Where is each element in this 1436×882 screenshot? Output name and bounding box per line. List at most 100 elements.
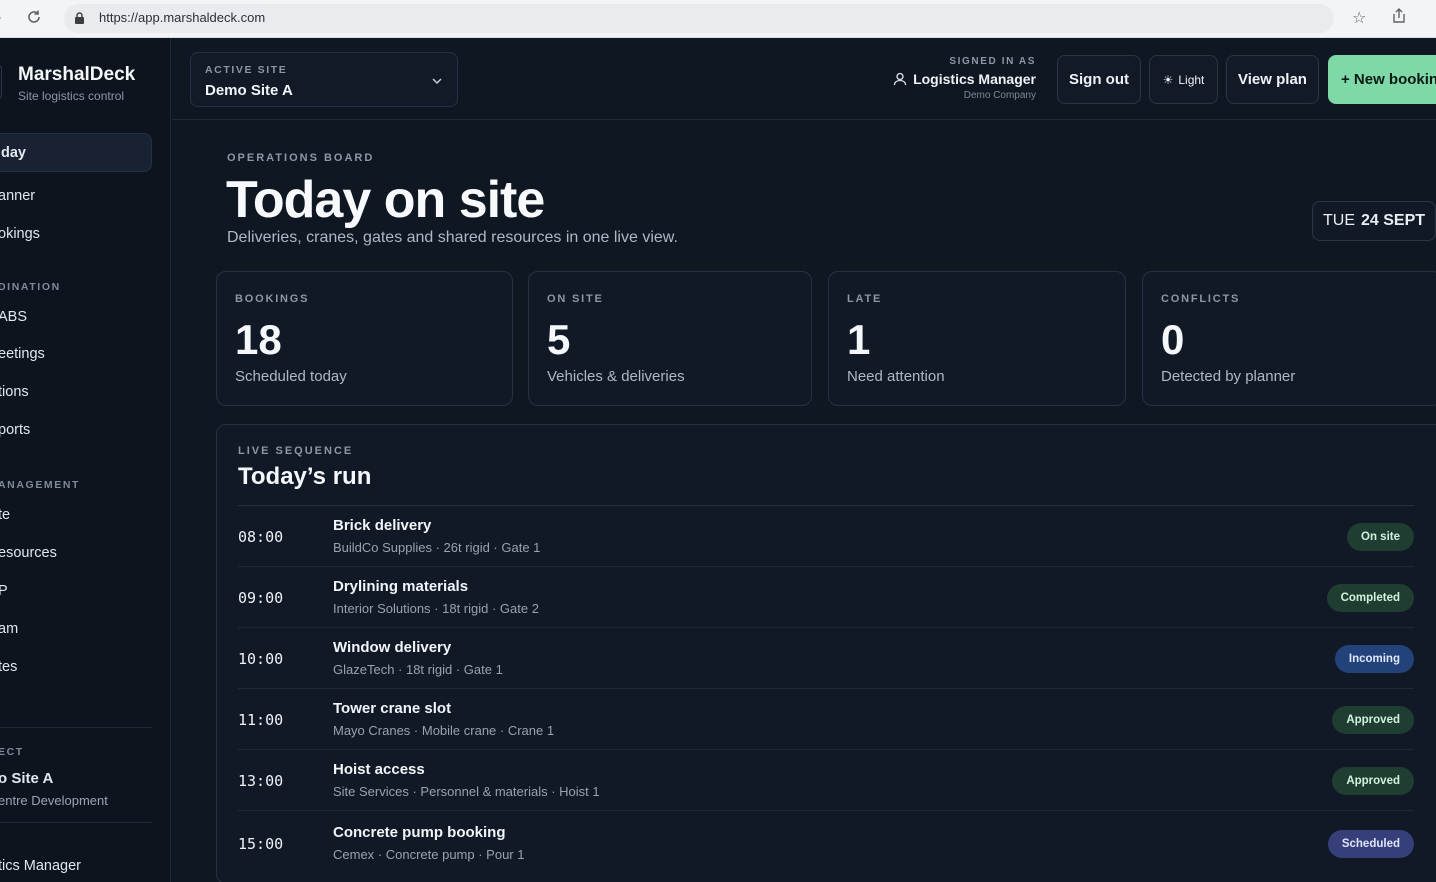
stat-caption: Detected by planner: [1161, 368, 1296, 385]
sidebar-section-coordination: DINATION: [0, 281, 61, 293]
stat-card-conflicts[interactable]: CONFLICTS 0 Detected by planner: [1142, 271, 1436, 406]
active-site-label: ACTIVE SITE: [205, 64, 288, 76]
date-chip: TUE 24 SEPT: [1312, 201, 1436, 241]
brand: MarshalDeck Site logistics control: [18, 64, 135, 103]
row-time: 08:00: [238, 528, 284, 546]
table-row[interactable]: 10:00 Window delivery GlazeTech · 18t ri…: [238, 628, 1414, 689]
forward-icon[interactable]: ›: [0, 9, 1, 27]
browser-chrome: › https://app.marshaldeck.com ☆: [0, 0, 1436, 38]
stat-caption: Vehicles & deliveries: [547, 368, 685, 385]
theme-toggle-button[interactable]: ☀ Light: [1149, 55, 1218, 104]
page-subtitle: Deliveries, cranes, gates and shared res…: [227, 229, 678, 246]
stat-caption: Need attention: [847, 368, 945, 385]
sidebar-item-slp[interactable]: P: [0, 583, 8, 599]
stat-label: BOOKINGS: [235, 293, 310, 305]
page-eyebrow: OPERATIONS BOARD: [227, 152, 375, 164]
run-title: Today’s run: [238, 463, 372, 490]
stat-caption: Scheduled today: [235, 368, 347, 385]
todays-run-panel: LIVE SEQUENCE Today’s run 08:00 Brick de…: [216, 424, 1436, 882]
table-row[interactable]: 15:00 Concrete pump booking Cemex · Conc…: [238, 813, 1414, 874]
brand-tagline: Site logistics control: [18, 89, 125, 103]
row-name: Brick delivery: [333, 517, 432, 534]
sidebar-user[interactable]: tics Manager: [0, 858, 81, 874]
user-role-text: Logistics Manager: [913, 71, 1036, 87]
lock-icon: [75, 12, 84, 24]
sidebar-item-rabs[interactable]: ABS: [0, 309, 27, 325]
brand-name: MarshalDeck: [18, 64, 136, 85]
stat-card-bookings[interactable]: BOOKINGS 18 Scheduled today: [216, 271, 513, 406]
sidebar-item-planner[interactable]: anner: [0, 188, 35, 204]
row-time: 10:00: [238, 650, 284, 668]
table-row[interactable]: 09:00 Drylining materials Interior Solut…: [238, 567, 1414, 628]
stat-card-late[interactable]: LATE 1 Need attention: [828, 271, 1126, 406]
sidebar-item-reports[interactable]: ports: [0, 422, 30, 438]
user-role[interactable]: Logistics Manager: [893, 71, 1036, 87]
row-meta: Site Services · Personnel & materials · …: [333, 784, 600, 799]
row-time: 15:00: [238, 835, 284, 853]
row-name: Hoist access: [333, 761, 425, 778]
sidebar-divider: [0, 727, 152, 728]
status-badge: Approved: [1332, 706, 1414, 734]
sidebar-project-name[interactable]: o Site A: [0, 770, 53, 787]
stat-label: ON SITE: [547, 293, 604, 305]
signed-in-block: SIGNED IN AS Logistics Manager Demo Comp…: [893, 56, 1036, 101]
stat-value: 0: [1161, 316, 1185, 363]
topbar: ACTIVE SITE Demo Site A SIGNED IN AS Log…: [172, 38, 1436, 120]
sidebar-item-resources[interactable]: esources: [0, 545, 57, 561]
sidebar-project-sub: entre Development: [0, 793, 108, 808]
page-title: Today on site: [226, 171, 545, 229]
stat-value: 5: [547, 316, 571, 363]
sun-icon: ☀: [1162, 72, 1174, 87]
row-name: Drylining materials: [333, 578, 469, 595]
sidebar-item-team[interactable]: am: [0, 621, 18, 637]
active-site-select[interactable]: ACTIVE SITE Demo Site A: [190, 52, 458, 107]
row-meta: Mayo Cranes · Mobile crane · Crane 1: [333, 723, 555, 738]
sidebar-section-management: ANAGEMENT: [0, 479, 81, 491]
brand-logo: [0, 64, 2, 100]
active-site-value: Demo Site A: [205, 82, 293, 99]
star-icon[interactable]: ☆: [1352, 8, 1366, 28]
view-plan-button[interactable]: View plan: [1226, 55, 1319, 104]
stat-value: 1: [847, 316, 871, 363]
share-icon[interactable]: [1391, 8, 1407, 29]
sidebar-item-today[interactable]: day: [0, 133, 152, 172]
sidebar-item-meetings[interactable]: eetings: [0, 346, 45, 362]
sidebar-divider: [0, 822, 152, 823]
company-name: Demo Company: [963, 90, 1036, 101]
url-text: https://app.marshaldeck.com: [99, 10, 266, 25]
row-meta: BuildCo Supplies · 26t rigid · Gate 1: [333, 540, 541, 555]
status-badge: On site: [1347, 523, 1414, 551]
address-bar[interactable]: https://app.marshaldeck.com: [64, 4, 1334, 33]
row-meta: Interior Solutions · 18t rigid · Gate 2: [333, 601, 539, 616]
stat-value: 18: [235, 316, 282, 363]
table-row[interactable]: 11:00 Tower crane slot Mayo Cranes · Mob…: [238, 689, 1414, 750]
signed-in-label: SIGNED IN AS: [949, 56, 1036, 67]
sidebar-item-bookings[interactable]: okings: [0, 226, 40, 242]
row-name: Tower crane slot: [333, 700, 452, 717]
new-booking-button[interactable]: + New bookin: [1328, 55, 1436, 104]
table-row[interactable]: 08:00 Brick delivery BuildCo Supplies · …: [238, 506, 1414, 567]
reload-icon[interactable]: [26, 9, 42, 30]
status-badge: Completed: [1326, 584, 1414, 612]
row-meta: GlazeTech · 18t rigid · Gate 1: [333, 662, 503, 677]
status-badge: Scheduled: [1327, 830, 1414, 858]
status-badge: Incoming: [1334, 645, 1414, 673]
sidebar-item-actions[interactable]: tions: [0, 384, 29, 400]
sidebar-item-site[interactable]: te: [0, 507, 10, 523]
user-icon: [893, 72, 907, 86]
main-content: ACTIVE SITE Demo Site A SIGNED IN AS Log…: [172, 38, 1436, 882]
stat-label: CONFLICTS: [1161, 293, 1241, 305]
sign-out-button[interactable]: Sign out: [1057, 55, 1141, 104]
row-meta: Cemex · Concrete pump · Pour 1: [333, 847, 525, 862]
table-row[interactable]: 13:00 Hoist access Site Services · Perso…: [238, 750, 1414, 811]
row-name: Concrete pump booking: [333, 824, 506, 841]
stat-label: LATE: [847, 293, 883, 305]
row-time: 09:00: [238, 589, 284, 607]
stat-card-on-site[interactable]: ON SITE 5 Vehicles & deliveries: [528, 271, 812, 406]
run-eyebrow: LIVE SEQUENCE: [238, 445, 354, 457]
row-name: Window delivery: [333, 639, 452, 656]
status-badge: Approved: [1332, 767, 1414, 795]
date-value: 24 SEPT: [1360, 212, 1426, 229]
theme-toggle-label: Light: [1178, 72, 1205, 87]
sidebar-item-notes[interactable]: tes: [0, 659, 17, 675]
